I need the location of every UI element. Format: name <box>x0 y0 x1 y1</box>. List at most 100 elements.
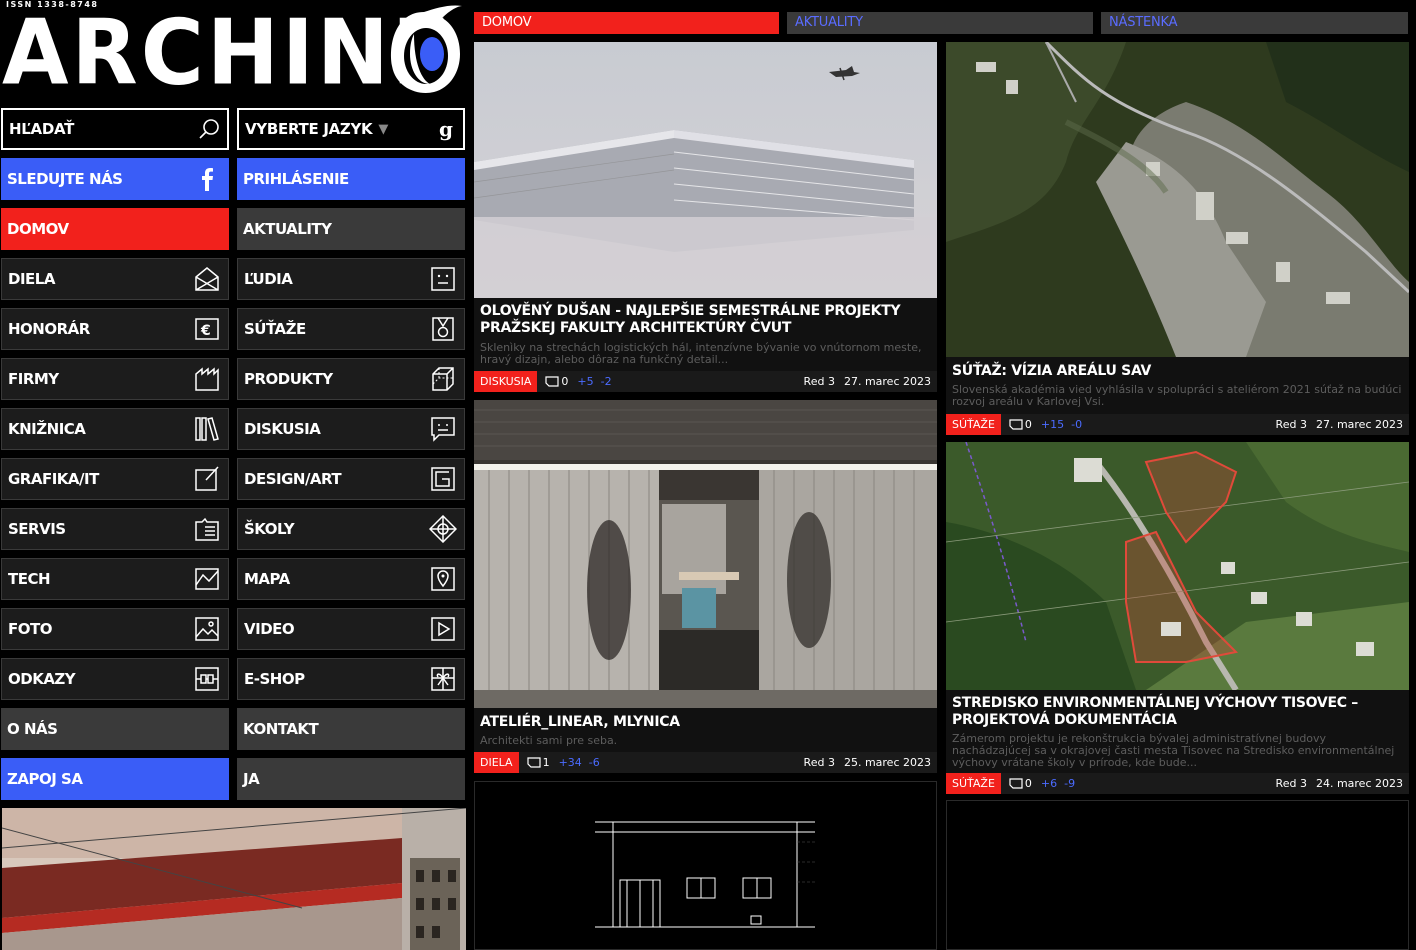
article-meta: DIELA 1 +34 -6 Red 3 25. marec 2023 <box>474 752 937 773</box>
category-badge[interactable]: DISKUSIA <box>474 371 538 392</box>
menu-label: KNIŽNICA <box>8 420 86 438</box>
menu-item-zapoj-sa[interactable]: ZAPOJ SA <box>1 758 229 800</box>
tab-domov[interactable]: DOMOV <box>474 12 779 34</box>
chevron-down-icon: ▼ <box>378 121 389 137</box>
menu-label: JA <box>243 770 260 788</box>
article-author[interactable]: Red 3 <box>1276 777 1307 790</box>
follow-us-label: SLEDUJTE NÁS <box>7 170 123 188</box>
article-author[interactable]: Red 3 <box>804 375 835 388</box>
menu-item-servis[interactable]: SERVIS <box>1 508 229 550</box>
comment-count[interactable]: 1 <box>526 756 550 769</box>
chat-bubble-icon <box>431 417 455 442</box>
books-icon <box>195 417 219 441</box>
image-warehouse-fog <box>474 42 937 298</box>
menu-item-skoly[interactable]: ŠKOLY <box>237 508 465 550</box>
menu-label: GRAFIKA/IT <box>8 470 99 488</box>
follow-us-button[interactable]: SLEDUJTE NÁS <box>1 158 229 200</box>
menu-item-design-art[interactable]: DESIGN/ART <box>237 458 465 500</box>
article-image[interactable] <box>474 400 937 708</box>
menu-item-kniznica[interactable]: KNIŽNICA <box>1 408 229 450</box>
menu-item-diskusia[interactable]: DISKUSIA <box>237 408 465 450</box>
upvote-count[interactable]: +5 <box>577 375 593 388</box>
menu-item-ludia[interactable]: ĽUDIA <box>237 258 465 300</box>
menu-item-video[interactable]: VIDEO <box>237 608 465 650</box>
tab-nastenka[interactable]: NÁSTENKA <box>1101 12 1408 34</box>
article-author[interactable]: Red 3 <box>804 756 835 769</box>
article-title[interactable]: SÚŤAŽ: VÍZIA AREÁLU SAV <box>952 363 1403 380</box>
menu-item-mapa[interactable]: MAPA <box>237 558 465 600</box>
category-badge[interactable]: DIELA <box>474 752 519 773</box>
menu-item-firmy[interactable]: FIRMY <box>1 358 229 400</box>
article-title[interactable]: STREDISKO ENVIRONMENTÁLNEJ VÝCHOVY TISOV… <box>952 695 1403 729</box>
language-select[interactable]: VYBERTE JAZYK ▼ g <box>237 108 465 150</box>
site-logo[interactable]: ISSN 1338-8748 ARCHINF <box>0 0 470 100</box>
menu-label: FIRMY <box>8 370 59 388</box>
tab-aktuality[interactable]: AKTUALITY <box>787 12 1093 34</box>
menu-item-diela[interactable]: DIELA <box>1 258 229 300</box>
comment-icon <box>1009 419 1023 430</box>
menu-label: AKTUALITY <box>243 220 332 238</box>
svg-text:g: g <box>439 117 453 141</box>
comment-icon <box>526 757 541 768</box>
article-card-next[interactable] <box>474 781 937 950</box>
comment-count[interactable]: 0 <box>545 375 568 388</box>
menu-item-tech[interactable]: TECH <box>1 558 229 600</box>
menu-item-kontakt[interactable]: KONTAKT <box>237 708 465 750</box>
menu-label: DOMOV <box>7 220 69 238</box>
menu-item-produkty[interactable]: PRODUKTY <box>237 358 465 400</box>
downvote-count[interactable]: -6 <box>589 756 600 769</box>
article-card[interactable]: SÚŤAŽ: VÍZIA AREÁLU SAV Slovenská akadém… <box>946 42 1409 435</box>
search-label: HĽADAŤ <box>9 120 75 138</box>
category-badge[interactable]: SÚŤAŽE <box>946 773 1001 794</box>
article-meta: DISKUSIA 0 +5 -2 Red 3 27. marec 2023 <box>474 371 937 392</box>
downvote-count[interactable]: -0 <box>1071 418 1082 431</box>
article-image[interactable] <box>946 442 1409 690</box>
menu-item-grafika-it[interactable]: GRAFIKA/IT <box>1 458 229 500</box>
featured-photo[interactable] <box>2 808 466 950</box>
menu-item-sutaze[interactable]: SÚŤAŽE <box>237 308 465 350</box>
menu-item-aktuality[interactable]: AKTUALITY <box>237 208 465 250</box>
menu-label: FOTO <box>8 620 52 638</box>
article-card-next[interactable] <box>946 800 1409 950</box>
category-badge[interactable]: SÚŤAŽE <box>946 414 1001 435</box>
menu-item-o-nas[interactable]: O NÁS <box>1 708 229 750</box>
article-image[interactable] <box>474 42 937 298</box>
menu-label: DISKUSIA <box>244 420 321 438</box>
upvote-count[interactable]: +34 <box>559 756 582 769</box>
article-date: 25. marec 2023 <box>843 756 931 769</box>
article-card[interactable]: STREDISKO ENVIRONMENTÁLNEJ VÝCHOVY TISOV… <box>946 442 1409 794</box>
menu-item-honorar[interactable]: HONORÁR € <box>1 308 229 350</box>
comment-count[interactable]: 0 <box>1009 777 1032 790</box>
article-card[interactable]: OLOVĚNÝ DUŠAN - NAJLEPŠIE SEMESTRÁLNE PR… <box>474 42 937 392</box>
article-title[interactable]: OLOVĚNÝ DUŠAN - NAJLEPŠIE SEMESTRÁLNE PR… <box>480 303 931 337</box>
upvote-count[interactable]: +15 <box>1041 418 1064 431</box>
menu-item-foto[interactable]: FOTO <box>1 608 229 650</box>
comment-count[interactable]: 0 <box>1009 418 1032 431</box>
spiral-icon <box>431 467 455 491</box>
login-button[interactable]: PRIHLÁSENIE <box>237 158 465 200</box>
menu-label: ZAPOJ SA <box>7 770 83 788</box>
downvote-count[interactable]: -2 <box>601 375 612 388</box>
menu-item-e-shop[interactable]: E-SHOP <box>237 658 465 700</box>
upvote-count[interactable]: +6 <box>1041 777 1057 790</box>
image-aerial-map <box>946 42 1409 357</box>
house-icon <box>195 267 219 291</box>
link-icon <box>195 667 219 691</box>
menu-item-ja[interactable]: JA <box>237 758 465 800</box>
article-description: Zámerom projektu je rekonštrukcia bývale… <box>952 732 1395 769</box>
menu-label: KONTAKT <box>243 720 319 738</box>
article-author[interactable]: Red 3 <box>1276 418 1307 431</box>
search-input[interactable]: HĽADAŤ <box>1 108 229 150</box>
menu-label: ODKAZY <box>8 670 76 688</box>
menu-item-domov[interactable]: DOMOV <box>1 208 229 250</box>
downvote-count[interactable]: -9 <box>1064 777 1075 790</box>
article-card[interactable]: ATELIÉR_LINEAR, MLYNICA Architekti sami … <box>474 400 937 773</box>
line-graph-icon <box>195 568 219 590</box>
search-icon[interactable] <box>197 117 221 141</box>
menu-item-odkazy[interactable]: ODKAZY <box>1 658 229 700</box>
image-elevation-drawing <box>595 821 815 928</box>
article-title[interactable]: ATELIÉR_LINEAR, MLYNICA <box>480 714 931 731</box>
comment-icon <box>545 376 560 387</box>
facebook-icon <box>202 168 213 191</box>
article-image[interactable] <box>946 42 1409 357</box>
